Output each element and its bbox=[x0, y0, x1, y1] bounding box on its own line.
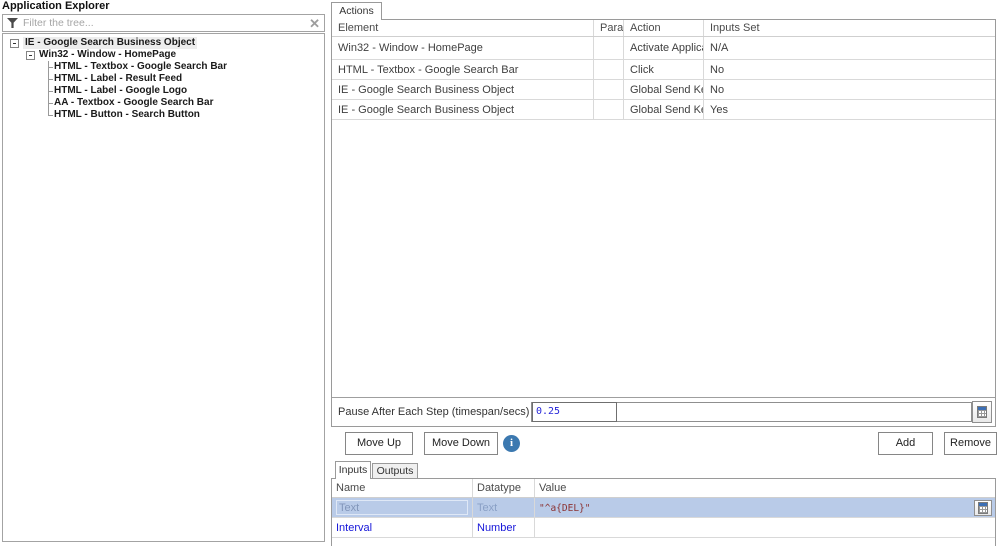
collapse-icon[interactable] bbox=[26, 51, 35, 60]
pause-after-step-value[interactable]: 0.25 bbox=[532, 402, 617, 422]
input-value-text[interactable]: "^a{DEL}" bbox=[539, 503, 590, 514]
tree-item-label[interactable]: HTML - Textbox - Google Search Bar bbox=[54, 61, 227, 73]
action-row[interactable]: IE - Google Search Business Object Globa… bbox=[332, 80, 995, 100]
input-datatype-cell[interactable]: Number bbox=[473, 518, 535, 537]
action-action-cell[interactable]: Global Send Keys bbox=[624, 100, 704, 119]
tree-item-html-textbox-search-bar[interactable]: HTML - Textbox - Google Search Bar bbox=[3, 61, 324, 73]
action-row[interactable]: Win32 - Window - HomePage Activate Appli… bbox=[332, 37, 995, 60]
pause-after-step-input[interactable]: 0.25 bbox=[531, 402, 972, 422]
input-name-cell[interactable]: Interval bbox=[332, 518, 473, 537]
tree-item-label[interactable]: AA - Textbox - Google Search Bar bbox=[54, 97, 213, 109]
action-inputs-set-cell[interactable]: Yes bbox=[704, 100, 995, 119]
tab-inputs[interactable]: Inputs bbox=[335, 461, 371, 479]
action-param-cell[interactable] bbox=[594, 100, 624, 119]
action-element-cell[interactable]: Win32 - Window - HomePage bbox=[332, 37, 594, 59]
tree-filter-box[interactable]: ✕ bbox=[2, 14, 325, 32]
tree-item-window-homepage[interactable]: Win32 - Window - HomePage bbox=[3, 49, 324, 61]
info-icon[interactable]: i bbox=[503, 435, 520, 452]
tree-item-html-button-search-button[interactable]: HTML - Button - Search Button bbox=[3, 109, 324, 121]
column-header-action: Action bbox=[624, 20, 704, 36]
tab-actions[interactable]: Actions bbox=[331, 2, 382, 20]
input-name-cell[interactable]: Text bbox=[332, 498, 473, 517]
tree-item-business-object[interactable]: IE - Google Search Business Object bbox=[3, 37, 324, 49]
application-tree: IE - Google Search Business Object Win32… bbox=[2, 33, 325, 542]
tree-filter-input[interactable] bbox=[23, 16, 309, 30]
action-action-cell[interactable]: Click bbox=[624, 60, 704, 79]
pause-after-step-row: Pause After Each Step (timespan/secs) 0.… bbox=[332, 398, 995, 426]
tree-item-html-label-result-feed[interactable]: HTML - Label - Result Feed bbox=[3, 73, 324, 85]
column-header-element: Element bbox=[332, 20, 594, 36]
clear-filter-icon[interactable]: ✕ bbox=[309, 17, 320, 30]
tree-item-label[interactable]: HTML - Label - Result Feed bbox=[54, 73, 182, 85]
input-value-cell[interactable]: "^a{DEL}" bbox=[535, 498, 995, 517]
actions-grid: Element Para... Action Inputs Set Win32 … bbox=[332, 20, 995, 120]
column-header-value: Value bbox=[535, 479, 995, 497]
tree-item-label[interactable]: HTML - Button - Search Button bbox=[54, 109, 200, 121]
collapse-icon[interactable] bbox=[10, 39, 19, 48]
action-element-cell[interactable]: IE - Google Search Business Object bbox=[332, 80, 594, 99]
column-header-datatype: Datatype bbox=[473, 479, 535, 497]
action-inputs-set-cell[interactable]: No bbox=[704, 60, 995, 79]
action-action-cell[interactable]: Activate Application bbox=[624, 37, 704, 59]
expression-editor-button[interactable] bbox=[974, 500, 992, 516]
explorer-panel-title: Application Explorer bbox=[2, 0, 110, 12]
move-up-button[interactable]: Move Up bbox=[345, 432, 413, 455]
input-row-text[interactable]: Text Text "^a{DEL}" bbox=[332, 498, 995, 518]
actions-grid-header: Element Para... Action Inputs Set bbox=[332, 20, 995, 37]
input-name-focus[interactable]: Text bbox=[336, 500, 468, 515]
input-value-cell[interactable] bbox=[535, 518, 995, 537]
action-param-cell[interactable] bbox=[594, 37, 624, 59]
remove-button[interactable]: Remove bbox=[944, 432, 997, 455]
tree-item-label[interactable]: IE - Google Search Business Object bbox=[23, 37, 197, 49]
input-row-interval[interactable]: Interval Number bbox=[332, 518, 995, 538]
column-header-parameters: Para... bbox=[594, 20, 624, 36]
inputs-grid-header: Name Datatype Value bbox=[332, 479, 995, 498]
add-button[interactable]: Add bbox=[878, 432, 933, 455]
calculator-icon bbox=[977, 406, 987, 418]
tree-item-html-label-google-logo[interactable]: HTML - Label - Google Logo bbox=[3, 85, 324, 97]
actions-panel: Element Para... Action Inputs Set Win32 … bbox=[331, 19, 996, 427]
pause-after-step-label: Pause After Each Step (timespan/secs) bbox=[338, 398, 529, 426]
tree-item-label[interactable]: HTML - Label - Google Logo bbox=[54, 85, 187, 97]
tree-item-label[interactable]: Win32 - Window - HomePage bbox=[39, 49, 176, 61]
tab-outputs[interactable]: Outputs bbox=[372, 463, 418, 479]
tree-item-aa-textbox-search-bar[interactable]: AA - Textbox - Google Search Bar bbox=[3, 97, 324, 109]
action-inputs-set-cell[interactable]: N/A bbox=[704, 37, 995, 59]
calculator-icon bbox=[978, 502, 988, 514]
action-param-cell[interactable] bbox=[594, 80, 624, 99]
action-element-cell[interactable]: IE - Google Search Business Object bbox=[332, 100, 594, 119]
action-row[interactable]: HTML - Textbox - Google Search Bar Click… bbox=[332, 60, 995, 80]
action-inputs-set-cell[interactable]: No bbox=[704, 80, 995, 99]
inputs-panel: Name Datatype Value Text Text "^a{DEL}" … bbox=[331, 478, 996, 546]
filter-icon bbox=[7, 18, 18, 28]
action-element-cell[interactable]: HTML - Textbox - Google Search Bar bbox=[332, 60, 594, 79]
column-header-inputs-set: Inputs Set bbox=[704, 20, 995, 36]
move-down-button[interactable]: Move Down bbox=[424, 432, 498, 455]
action-action-cell[interactable]: Global Send Keys bbox=[624, 80, 704, 99]
column-header-name: Name bbox=[332, 479, 473, 497]
expression-editor-button[interactable] bbox=[972, 401, 992, 423]
action-param-cell[interactable] bbox=[594, 60, 624, 79]
input-datatype-cell[interactable]: Text bbox=[473, 498, 535, 517]
action-row[interactable]: IE - Google Search Business Object Globa… bbox=[332, 100, 995, 120]
